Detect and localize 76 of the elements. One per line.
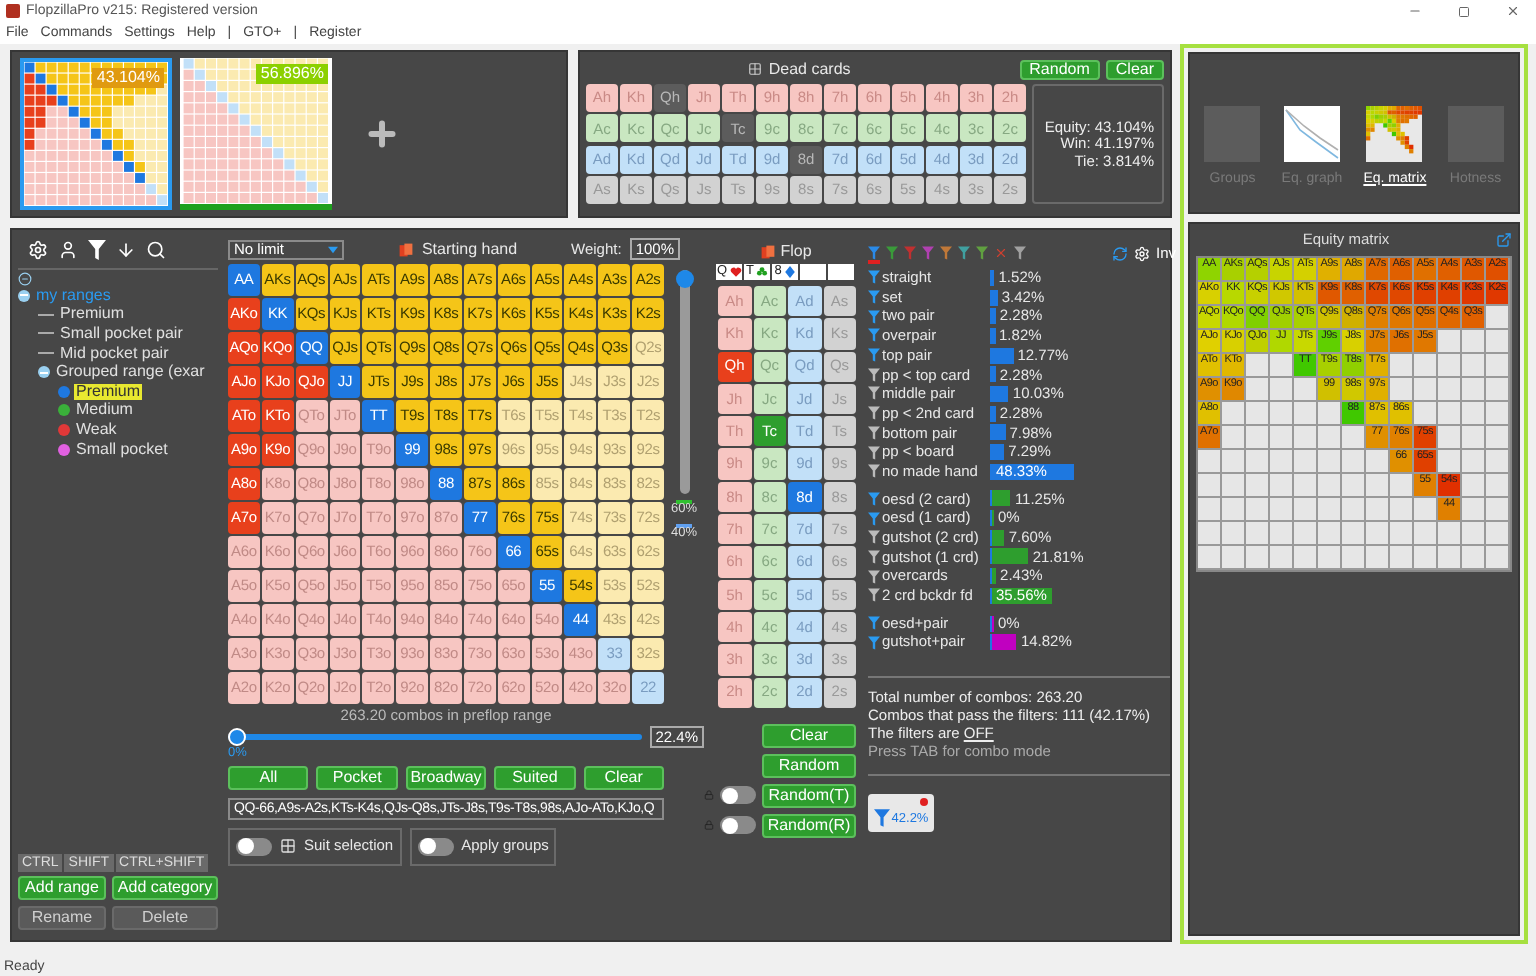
tree-item[interactable]: Small pocket pair xyxy=(58,325,185,342)
weight-slider-track[interactable] xyxy=(679,270,689,494)
tree-item[interactable]: Mid pocket pair xyxy=(58,345,171,362)
flop-button[interactable]: Random(T) xyxy=(762,783,856,808)
toggle-switch[interactable] xyxy=(236,837,272,855)
filter-icon xyxy=(88,240,106,260)
close-icon[interactable] xyxy=(1506,4,1520,18)
slider-thumb[interactable] xyxy=(228,727,246,746)
collapse-icon[interactable] xyxy=(18,272,32,286)
range-slider-track[interactable] xyxy=(228,733,642,740)
section-title: Flop xyxy=(780,244,812,260)
clear-icon xyxy=(994,245,1008,259)
collapse-icon[interactable] xyxy=(38,366,50,379)
range-button[interactable]: Clear xyxy=(583,765,665,789)
range-button[interactable]: All xyxy=(228,765,309,789)
filter-tab[interactable] xyxy=(976,243,988,263)
collapse-icon[interactable] xyxy=(18,289,30,302)
search-icon[interactable] xyxy=(146,240,166,260)
club-icon xyxy=(755,266,768,278)
funnel-icon xyxy=(1014,245,1026,259)
tree-item[interactable]: Medium xyxy=(74,402,135,419)
filter-tab[interactable] xyxy=(1014,243,1026,263)
equity-badge: 43.104% xyxy=(92,68,164,88)
tree-button[interactable]: Add range xyxy=(18,876,106,900)
filter-tab[interactable] xyxy=(958,243,970,263)
dead-cards-title: Dead cards xyxy=(768,61,851,77)
funnel-icon xyxy=(873,807,890,828)
minimize-icon[interactable] xyxy=(1408,4,1422,18)
grid-icon xyxy=(280,838,296,854)
lock-icon xyxy=(704,790,714,801)
cards-icon xyxy=(760,244,777,260)
tree-item[interactable]: my ranges xyxy=(34,287,113,304)
settings-icon[interactable] xyxy=(1133,245,1150,261)
range-grid-drawing xyxy=(24,62,168,206)
slider-thumb[interactable] xyxy=(675,270,693,288)
heart-icon xyxy=(729,266,742,278)
grid-icon xyxy=(748,62,763,76)
range-button[interactable]: Suited xyxy=(494,765,576,789)
panel-button[interactable]: Clear xyxy=(1105,59,1165,79)
tree-item[interactable]: Grouped range (exar xyxy=(54,364,207,381)
settings-icon[interactable] xyxy=(28,240,48,260)
add-icon[interactable] xyxy=(364,116,400,152)
tree-button[interactable]: Add category xyxy=(112,876,218,900)
toggle-switch[interactable] xyxy=(720,786,756,805)
app-icon xyxy=(6,4,20,18)
panel-button[interactable]: Random xyxy=(1019,59,1100,79)
heatmap-icon xyxy=(1366,105,1423,161)
line-graph-icon xyxy=(1283,105,1340,161)
maximize-icon[interactable] xyxy=(1458,5,1470,17)
flop-button[interactable]: Random xyxy=(762,753,856,778)
range-thumbnail[interactable]: 56.896% xyxy=(180,58,332,210)
range-button[interactable]: Pocket xyxy=(316,765,398,789)
section-title: Starting hand xyxy=(421,241,518,257)
popout-icon[interactable] xyxy=(1496,232,1513,248)
filter-tab[interactable] xyxy=(922,243,934,263)
range-button[interactable]: Broadway xyxy=(405,765,487,789)
tree-item[interactable]: Small pocket xyxy=(74,441,170,458)
cards-icon xyxy=(397,241,414,257)
caret-icon xyxy=(328,245,338,253)
diamond-icon xyxy=(783,266,796,278)
tree-item[interactable]: Premium xyxy=(74,383,143,400)
tree-item[interactable]: Premium xyxy=(58,306,127,323)
toggle-switch[interactable] xyxy=(417,837,454,855)
user-icon[interactable] xyxy=(58,240,78,260)
range-thumbnail[interactable]: 43.104% xyxy=(20,58,172,210)
filter-tab[interactable] xyxy=(886,243,898,263)
tree-item[interactable]: Weak xyxy=(74,421,119,438)
lock-icon xyxy=(704,820,714,831)
filter-tab[interactable] xyxy=(994,243,1008,263)
download-icon[interactable] xyxy=(116,240,136,260)
filter-tab[interactable] xyxy=(868,243,880,263)
flop-button[interactable]: Random(R) xyxy=(762,813,856,838)
flop-button[interactable]: Clear xyxy=(762,723,856,748)
toggle-switch[interactable] xyxy=(720,816,756,835)
filter-tab[interactable] xyxy=(940,243,952,263)
equity-badge: 56.896% xyxy=(256,64,328,84)
